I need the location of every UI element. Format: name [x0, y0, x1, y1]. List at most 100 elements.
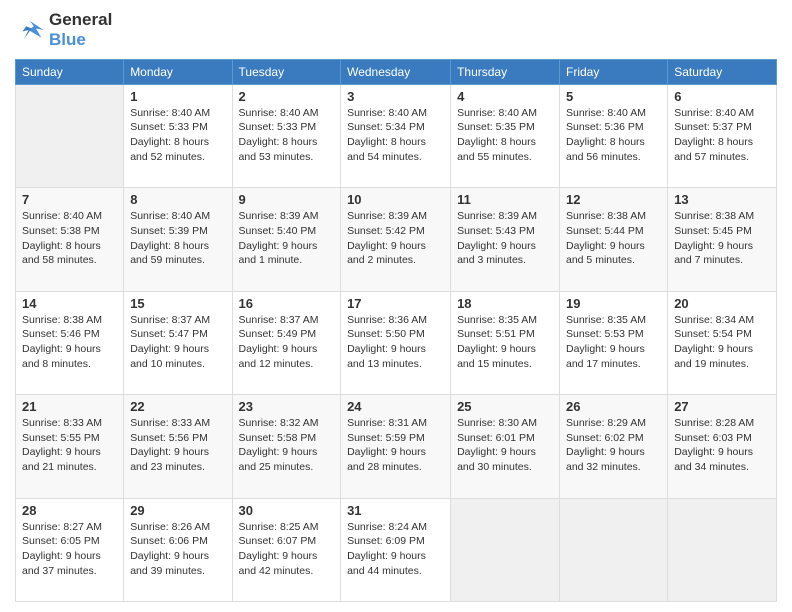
day-number: 30 [239, 503, 335, 518]
day-number: 20 [674, 296, 770, 311]
day-number: 10 [347, 192, 444, 207]
calendar-cell: 16 Sunrise: 8:37 AMSunset: 5:49 PMDayligh… [232, 291, 341, 394]
day-info: Sunrise: 8:35 AMSunset: 5:51 PMDaylight:… [457, 313, 553, 372]
day-info: Sunrise: 8:40 AMSunset: 5:36 PMDaylight:… [566, 106, 661, 165]
day-info: Sunrise: 8:30 AMSunset: 6:01 PMDaylight:… [457, 416, 553, 475]
calendar-week-1: 1 Sunrise: 8:40 AMSunset: 5:33 PMDaylight… [16, 84, 777, 187]
calendar-cell: 27Sunrise: 8:28 AMSunset: 6:03 PMDayligh… [668, 395, 777, 498]
day-number: 23 [239, 399, 335, 414]
day-number: 26 [566, 399, 661, 414]
weekday-header-sunday: Sunday [16, 59, 124, 84]
calendar-cell: 5 Sunrise: 8:40 AMSunset: 5:36 PMDaylight… [560, 84, 668, 187]
day-info: Sunrise: 8:33 AMSunset: 5:55 PMDaylight:… [22, 416, 117, 475]
day-info: Sunrise: 8:38 AMSunset: 5:46 PMDaylight:… [22, 313, 117, 372]
weekday-header-row: SundayMondayTuesdayWednesdayThursdayFrid… [16, 59, 777, 84]
calendar-week-5: 28 Sunrise: 8:27 AMSunset: 6:05 PMDayligh… [16, 498, 777, 601]
weekday-header-thursday: Thursday [451, 59, 560, 84]
calendar-body: 1 Sunrise: 8:40 AMSunset: 5:33 PMDaylight… [16, 84, 777, 601]
weekday-header-wednesday: Wednesday [341, 59, 451, 84]
calendar-cell: 23 Sunrise: 8:32 AMSunset: 5:58 PMDayligh… [232, 395, 341, 498]
calendar-page: General Blue SundayMondayTuesdayWednesda… [0, 0, 792, 612]
calendar-cell: 13Sunrise: 8:38 AMSunset: 5:45 PMDayligh… [668, 188, 777, 291]
calendar-week-4: 21 Sunrise: 8:33 AMSunset: 5:55 PMDayligh… [16, 395, 777, 498]
day-number: 21 [22, 399, 117, 414]
day-number: 15 [130, 296, 225, 311]
day-info: Sunrise: 8:26 AMSunset: 6:06 PMDaylight:… [130, 520, 225, 579]
logo-text: General Blue [49, 10, 112, 51]
calendar-header: SundayMondayTuesdayWednesdayThursdayFrid… [16, 59, 777, 84]
calendar-cell: 3Sunrise: 8:40 AMSunset: 5:34 PMDaylight… [341, 84, 451, 187]
day-info: Sunrise: 8:24 AMSunset: 6:09 PMDaylight:… [347, 520, 444, 579]
day-number: 5 [566, 89, 661, 104]
day-number: 17 [347, 296, 444, 311]
day-info: Sunrise: 8:34 AMSunset: 5:54 PMDaylight:… [674, 313, 770, 372]
calendar-cell: 4Sunrise: 8:40 AMSunset: 5:35 PMDaylight… [451, 84, 560, 187]
day-info: Sunrise: 8:36 AMSunset: 5:50 PMDaylight:… [347, 313, 444, 372]
day-info: Sunrise: 8:40 AMSunset: 5:33 PMDaylight:… [239, 106, 335, 165]
calendar-cell: 15 Sunrise: 8:37 AMSunset: 5:47 PMDayligh… [124, 291, 232, 394]
day-number: 27 [674, 399, 770, 414]
day-info: Sunrise: 8:40 AMSunset: 5:38 PMDaylight:… [22, 209, 117, 268]
day-number: 18 [457, 296, 553, 311]
page-header: General Blue [15, 10, 777, 51]
day-number: 16 [239, 296, 335, 311]
calendar-cell: 28 Sunrise: 8:27 AMSunset: 6:05 PMDayligh… [16, 498, 124, 601]
calendar-cell: 14Sunrise: 8:38 AMSunset: 5:46 PMDayligh… [16, 291, 124, 394]
calendar-cell: 9 Sunrise: 8:39 AMSunset: 5:40 PMDaylight… [232, 188, 341, 291]
weekday-header-friday: Friday [560, 59, 668, 84]
day-number: 1 [130, 89, 225, 104]
day-number: 11 [457, 192, 553, 207]
calendar-cell [451, 498, 560, 601]
day-info: Sunrise: 8:38 AMSunset: 5:45 PMDaylight:… [674, 209, 770, 268]
calendar-cell: 26Sunrise: 8:29 AMSunset: 6:02 PMDayligh… [560, 395, 668, 498]
calendar-cell: 17 Sunrise: 8:36 AMSunset: 5:50 PMDayligh… [341, 291, 451, 394]
day-info: Sunrise: 8:37 AMSunset: 5:47 PMDaylight:… [130, 313, 225, 372]
calendar-cell [560, 498, 668, 601]
day-number: 24 [347, 399, 444, 414]
day-info: Sunrise: 8:39 AMSunset: 5:40 PMDaylight:… [239, 209, 335, 268]
day-info: Sunrise: 8:40 AMSunset: 5:39 PMDaylight:… [130, 209, 225, 268]
day-number: 7 [22, 192, 117, 207]
calendar-cell: 1 Sunrise: 8:40 AMSunset: 5:33 PMDaylight… [124, 84, 232, 187]
calendar-cell: 24Sunrise: 8:31 AMSunset: 5:59 PMDayligh… [341, 395, 451, 498]
day-info: Sunrise: 8:33 AMSunset: 5:56 PMDaylight:… [130, 416, 225, 475]
calendar-cell: 7 Sunrise: 8:40 AMSunset: 5:38 PMDaylight… [16, 188, 124, 291]
day-info: Sunrise: 8:39 AMSunset: 5:42 PMDaylight:… [347, 209, 444, 268]
day-number: 9 [239, 192, 335, 207]
day-number: 12 [566, 192, 661, 207]
day-info: Sunrise: 8:39 AMSunset: 5:43 PMDaylight:… [457, 209, 553, 268]
weekday-header-tuesday: Tuesday [232, 59, 341, 84]
day-number: 31 [347, 503, 444, 518]
calendar-cell: 20 Sunrise: 8:34 AMSunset: 5:54 PMDayligh… [668, 291, 777, 394]
weekday-header-saturday: Saturday [668, 59, 777, 84]
calendar-cell: 31 Sunrise: 8:24 AMSunset: 6:09 PMDayligh… [341, 498, 451, 601]
calendar-week-2: 7 Sunrise: 8:40 AMSunset: 5:38 PMDaylight… [16, 188, 777, 291]
day-info: Sunrise: 8:37 AMSunset: 5:49 PMDaylight:… [239, 313, 335, 372]
day-number: 6 [674, 89, 770, 104]
calendar-cell: 19 Sunrise: 8:35 AMSunset: 5:53 PMDayligh… [560, 291, 668, 394]
day-number: 19 [566, 296, 661, 311]
calendar-week-3: 14Sunrise: 8:38 AMSunset: 5:46 PMDayligh… [16, 291, 777, 394]
day-number: 25 [457, 399, 553, 414]
day-number: 3 [347, 89, 444, 104]
day-number: 4 [457, 89, 553, 104]
calendar-cell: 18 Sunrise: 8:35 AMSunset: 5:51 PMDayligh… [451, 291, 560, 394]
calendar-cell: 12 Sunrise: 8:38 AMSunset: 5:44 PMDayligh… [560, 188, 668, 291]
day-info: Sunrise: 8:38 AMSunset: 5:44 PMDaylight:… [566, 209, 661, 268]
calendar-cell: 29Sunrise: 8:26 AMSunset: 6:06 PMDayligh… [124, 498, 232, 601]
calendar-cell: 21 Sunrise: 8:33 AMSunset: 5:55 PMDayligh… [16, 395, 124, 498]
logo: General Blue [15, 10, 112, 51]
day-info: Sunrise: 8:40 AMSunset: 5:33 PMDaylight:… [130, 106, 225, 165]
day-info: Sunrise: 8:35 AMSunset: 5:53 PMDaylight:… [566, 313, 661, 372]
day-info: Sunrise: 8:27 AMSunset: 6:05 PMDaylight:… [22, 520, 117, 579]
calendar-cell [16, 84, 124, 187]
calendar-cell: 10 Sunrise: 8:39 AMSunset: 5:42 PMDayligh… [341, 188, 451, 291]
calendar-cell: 30Sunrise: 8:25 AMSunset: 6:07 PMDayligh… [232, 498, 341, 601]
calendar-cell: 25 Sunrise: 8:30 AMSunset: 6:01 PMDayligh… [451, 395, 560, 498]
day-info: Sunrise: 8:40 AMSunset: 5:37 PMDaylight:… [674, 106, 770, 165]
calendar-cell [668, 498, 777, 601]
day-number: 28 [22, 503, 117, 518]
day-number: 8 [130, 192, 225, 207]
weekday-header-monday: Monday [124, 59, 232, 84]
day-info: Sunrise: 8:32 AMSunset: 5:58 PMDaylight:… [239, 416, 335, 475]
